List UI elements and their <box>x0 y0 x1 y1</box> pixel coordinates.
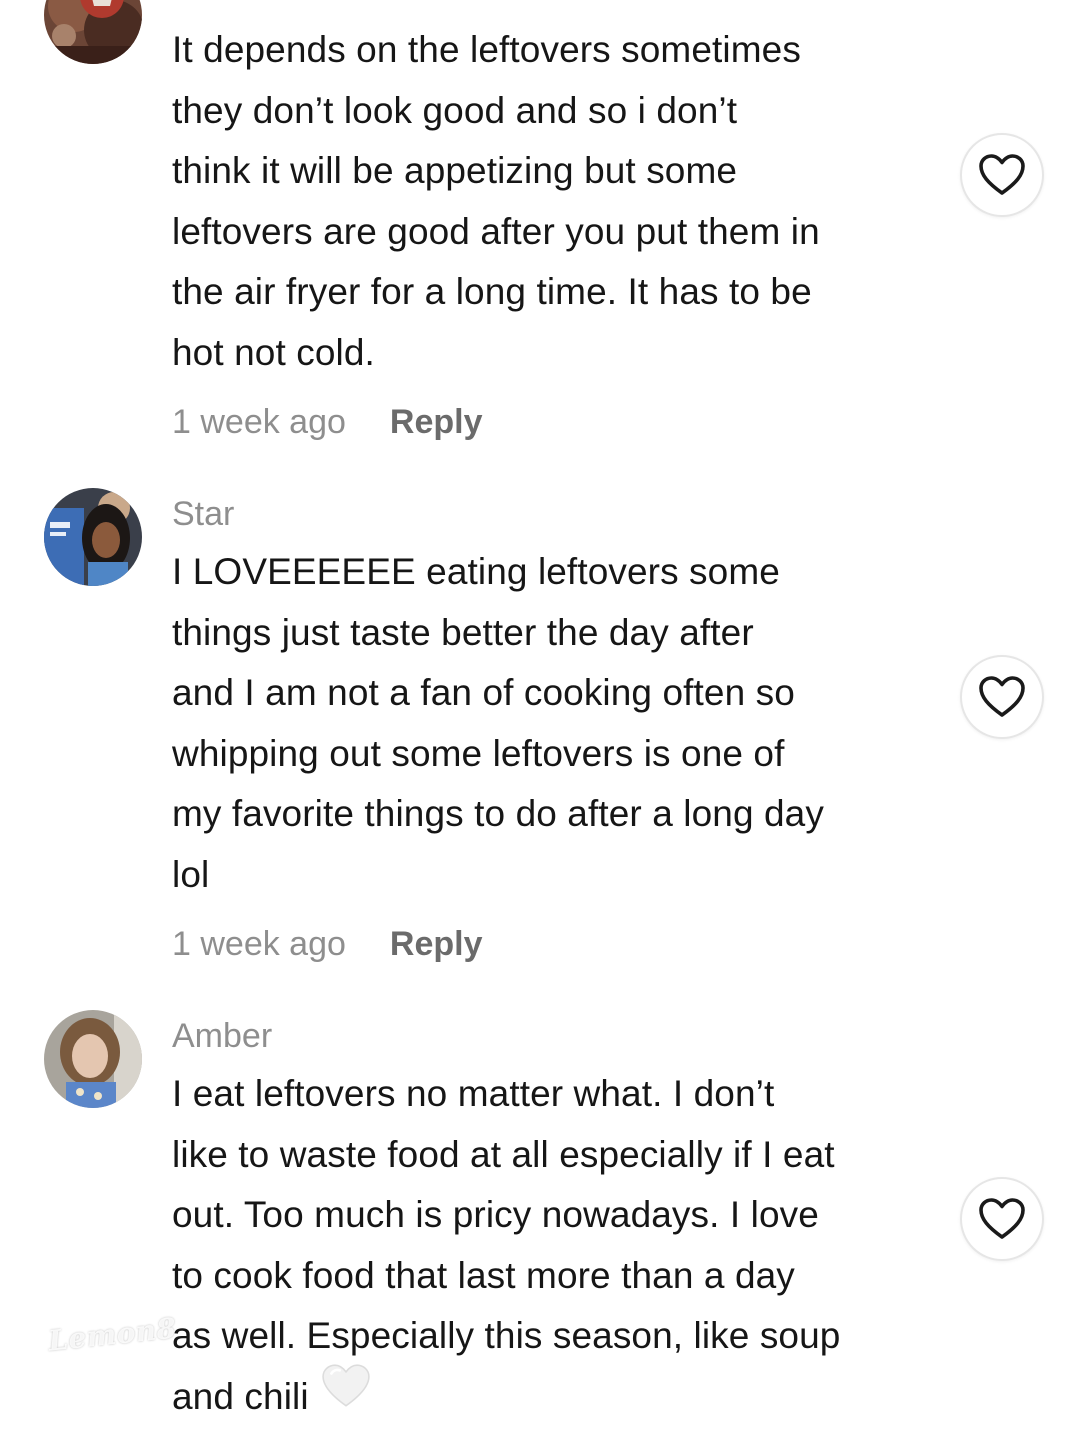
heart-outline-icon <box>979 1198 1025 1239</box>
comment-line: things just taste better the day after <box>172 611 754 653</box>
comment-line: I eat leftovers no matter what. I don’t <box>172 1073 775 1114</box>
comment-timestamp: 1 week ago <box>172 925 346 963</box>
comment-line: It depends on the leftovers sometimes <box>172 29 801 70</box>
like-button[interactable] <box>960 133 1044 217</box>
comment-line: think it will be appetizing but some <box>172 150 738 191</box>
comment-line: my favorite things to do after a long da… <box>172 793 824 834</box>
comment-text: It depends on the leftovers sometimes th… <box>172 20 942 383</box>
comment-meta: 1 week ago Reply <box>172 402 483 442</box>
watermark-logo: Lemon8 <box>46 1311 179 1358</box>
comment-line: leftovers are good after you put them in <box>172 210 820 252</box>
comment-line: as well. Especially this season, like so… <box>172 1315 841 1356</box>
white-heart-icon <box>321 1363 371 1428</box>
comment-username[interactable]: Star <box>172 494 234 534</box>
comment-line-text: and chili <box>172 1375 309 1417</box>
comment-line: to cook food that last more than a day <box>172 1254 795 1296</box>
comment-timestamp: 1 week ago <box>172 403 346 441</box>
comment-line: whipping out some leftovers is one of <box>172 732 785 774</box>
heart-outline-icon <box>979 154 1025 195</box>
like-button[interactable] <box>960 655 1044 739</box>
comment-line: and chili <box>172 1364 942 1428</box>
reply-button[interactable]: Reply <box>390 403 483 441</box>
comment-line: and I am not a fan of cooking often so <box>172 672 795 713</box>
reply-button[interactable]: Reply <box>390 925 483 963</box>
comment-line: out. Too much is pricy nowadays. I love <box>172 1194 819 1235</box>
comment-meta: 1 week ago Reply <box>172 924 483 964</box>
comment-username[interactable]: Amber <box>172 1016 272 1056</box>
comment-line: lol <box>172 853 210 895</box>
avatar[interactable] <box>44 0 142 64</box>
heart-outline-icon <box>979 676 1025 717</box>
comment-line: hot not cold. <box>172 331 375 373</box>
avatar[interactable] <box>44 1010 142 1108</box>
comment-text: I LOVEEEEEE eating leftovers some things… <box>172 542 942 905</box>
comment-line: I LOVEEEEEE eating leftovers some <box>172 551 780 592</box>
comment-text: I eat leftovers no matter what. I don’t … <box>172 1064 942 1428</box>
comment-line: they don’t look good and so i don’t <box>172 89 738 131</box>
comment-line: the air fryer for a long time. It has to… <box>172 271 812 312</box>
avatar[interactable] <box>44 488 142 586</box>
comment-line: like to waste food at all especially if … <box>172 1133 835 1175</box>
like-button[interactable] <box>960 1177 1044 1261</box>
